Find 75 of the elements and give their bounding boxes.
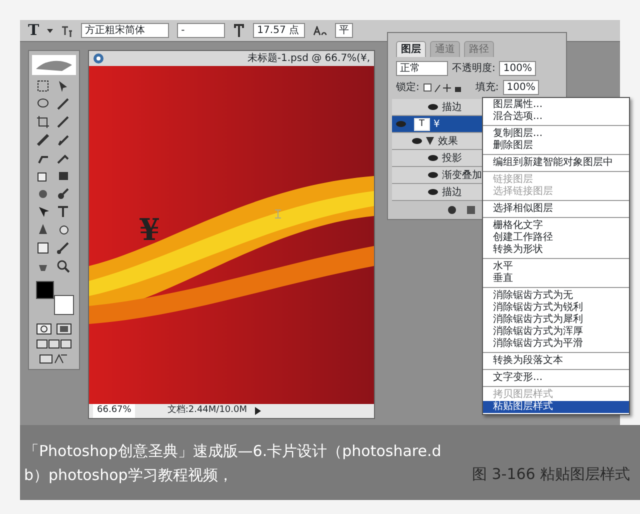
menu-item[interactable]: 消除锯齿方式为浑厚 xyxy=(483,326,629,338)
feather-logo-icon[interactable] xyxy=(32,55,76,75)
tool-icon[interactable] xyxy=(36,223,50,237)
jump-to-icon[interactable] xyxy=(39,353,69,365)
tool-icon[interactable] xyxy=(56,205,70,219)
antialias-icon xyxy=(313,26,328,36)
menu-item[interactable]: 垂直 xyxy=(483,273,629,285)
tool-icon[interactable] xyxy=(36,133,50,147)
layer-name: 效果 xyxy=(438,134,458,148)
document-app-icon xyxy=(93,53,104,64)
document-title: 未标题-1.psd @ 66.7%(¥, xyxy=(247,52,370,66)
visibility-eye-icon[interactable] xyxy=(428,104,438,110)
tool-icon[interactable] xyxy=(36,241,50,255)
menu-item[interactable]: 消除锯齿方式为犀利 xyxy=(483,314,629,326)
tool-icon[interactable] xyxy=(36,205,50,219)
tool-icon[interactable] xyxy=(56,259,70,273)
menu-item[interactable]: 消除锯齿方式为无 xyxy=(483,290,629,302)
menu-item[interactable]: 转换为形状 xyxy=(483,244,629,256)
visibility-eye-icon[interactable] xyxy=(412,138,422,144)
opacity-field[interactable]: 100% xyxy=(499,61,536,76)
menu-item[interactable]: 栅格化文字 xyxy=(483,220,629,232)
video-caption: 「Photoshop创意圣典」速成版—6.卡片设计（photoshare.db）photoshop学习教程视频， xyxy=(24,441,442,486)
tool-icon[interactable] xyxy=(56,187,70,201)
tool-icon[interactable] xyxy=(56,169,70,183)
tool-icon[interactable] xyxy=(56,241,70,255)
tool-icon[interactable] xyxy=(56,97,70,111)
visibility-eye-icon[interactable] xyxy=(428,189,438,195)
layer-thumbnail: T xyxy=(414,118,430,130)
canvas-text: ¥ xyxy=(139,216,160,246)
menu-item[interactable]: 创建工作路径 xyxy=(483,232,629,244)
layer-name: 描边 xyxy=(442,186,462,200)
visibility-eye-icon[interactable] xyxy=(428,155,438,161)
quick-mask-icon[interactable] xyxy=(56,323,72,335)
tool-icon[interactable] xyxy=(56,133,70,147)
arrow-right-icon[interactable] xyxy=(255,407,262,415)
font-size-icon xyxy=(233,24,246,37)
screen-mode-icon[interactable] xyxy=(36,339,72,349)
opacity-label: 不透明度: xyxy=(452,62,496,76)
fill-field[interactable]: 100% xyxy=(502,80,540,95)
layer-name: ¥ xyxy=(434,118,440,132)
menu-item[interactable]: 文字变形... xyxy=(483,372,629,384)
layer-name: 描边 xyxy=(442,100,462,114)
layer-name: 投影 xyxy=(442,152,462,166)
zoom-field[interactable]: 66.67% xyxy=(93,404,136,418)
standard-mode-icon[interactable] xyxy=(36,323,52,335)
text-cursor-icon xyxy=(274,209,282,219)
caret-icon[interactable] xyxy=(47,28,54,32)
text-orientation-icon[interactable] xyxy=(61,24,74,36)
menu-item[interactable]: 转换为段落文本 xyxy=(483,355,629,367)
figure-caption: 图 3-166 粘贴图层样式 xyxy=(472,464,630,485)
visibility-eye-icon[interactable] xyxy=(428,172,438,178)
foreground-color-swatch[interactable] xyxy=(36,281,54,299)
fill-label: 填充: xyxy=(475,80,499,95)
type-tool-glyph[interactable]: T xyxy=(28,19,40,42)
tool-icon[interactable] xyxy=(56,115,70,129)
font-family-dropdown[interactable]: 方正粗宋简体 xyxy=(81,23,170,38)
menu-item[interactable]: 粘贴图层样式 xyxy=(483,401,629,413)
font-size-field[interactable]: 17.57 点 xyxy=(253,23,306,38)
antialias-dropdown[interactable]: 平 xyxy=(335,23,354,38)
lock-options-icon[interactable] xyxy=(423,82,464,92)
lock-label: 锁定: xyxy=(396,80,420,95)
tool-icon[interactable] xyxy=(36,115,50,129)
menu-item[interactable]: 水平 xyxy=(483,261,629,273)
menu-item[interactable]: 编组到新建智能对象图层中 xyxy=(483,157,629,169)
document-size-info: 文档:2.44M/10.0M xyxy=(167,404,248,418)
menu-item[interactable]: 选择相似图层 xyxy=(483,203,629,215)
menu-item[interactable]: 消除锯齿方式为平滑 xyxy=(483,338,629,350)
tool-icon[interactable] xyxy=(36,79,50,93)
font-style-dropdown[interactable]: - xyxy=(177,23,226,38)
background-color-swatch[interactable] xyxy=(54,295,74,315)
layer-name: 渐变叠加 xyxy=(442,168,482,182)
panel-tab[interactable]: 图层 xyxy=(396,41,426,57)
blend-mode-dropdown[interactable]: 正常 xyxy=(396,61,448,76)
menu-item[interactable]: 消除锯齿方式为锐利 xyxy=(483,302,629,314)
expand-triangle-icon[interactable] xyxy=(426,137,434,145)
